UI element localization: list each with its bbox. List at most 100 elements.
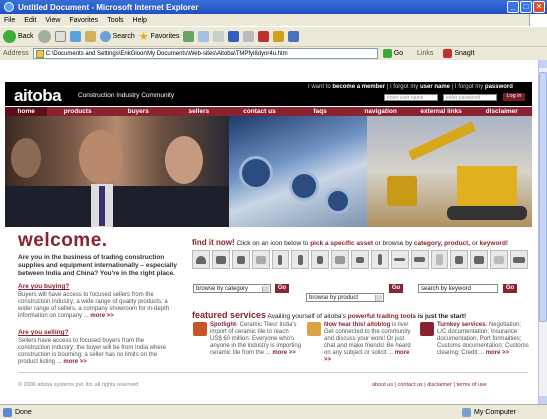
forward-icon[interactable] [37, 30, 51, 43]
back-button[interactable]: Back [3, 30, 34, 43]
nav-navigation[interactable]: navigation [350, 107, 411, 116]
menu-edit[interactable]: Edit [24, 17, 36, 24]
category-select[interactable]: browse by category [193, 284, 271, 293]
vertical-scrollbar[interactable] [538, 60, 547, 404]
username-input[interactable]: enter user name [384, 94, 438, 101]
service-more-link[interactable]: more >> [486, 350, 509, 356]
forgot-password-link[interactable]: password [485, 84, 513, 90]
favorites-button[interactable]: ★ Favorites [139, 30, 180, 43]
hammer-icon[interactable] [271, 250, 290, 269]
helmet-icon[interactable] [192, 250, 210, 269]
buying-heading[interactable]: Are you buying? [18, 283, 178, 290]
address-bar: Address C:\Documents and Settings\ErikGl… [0, 46, 547, 60]
search-button[interactable]: Search [99, 31, 135, 42]
footer-terms-link[interactable]: terms of use [456, 382, 486, 388]
service-title[interactable]: Turnkey services [437, 322, 486, 328]
browse-link[interactable]: category, product, [414, 240, 470, 247]
go-button[interactable]: Go [382, 49, 403, 58]
menu-file[interactable]: File [4, 17, 15, 24]
discuss-icon[interactable] [243, 31, 255, 42]
service-title[interactable]: Spotlight [210, 322, 236, 328]
become-member-link[interactable]: become a member [332, 84, 385, 90]
snagit-button[interactable]: SnagIt [443, 49, 475, 58]
footer-about-link[interactable]: about us [372, 382, 393, 388]
keyword-go-button[interactable]: Go [503, 284, 517, 293]
tool-icon[interactable] [288, 31, 300, 42]
back-arrow-icon [3, 30, 16, 43]
nav-home[interactable]: home [5, 107, 48, 116]
menu-favorites[interactable]: Favorites [69, 17, 98, 24]
pipes-icon[interactable] [410, 250, 429, 269]
nav-external-links[interactable]: external links [411, 107, 472, 116]
scroll-down-arrow-icon[interactable] [539, 396, 547, 404]
home-icon[interactable] [84, 31, 96, 42]
title-bar: Untitled Document - Microsoft Internet E… [0, 0, 547, 14]
hook-icon[interactable] [311, 250, 330, 269]
mail-icon[interactable] [198, 31, 210, 42]
zone-indicator: My Computer [462, 407, 516, 417]
valve-icon[interactable] [470, 250, 489, 269]
buying-more-link[interactable]: more >> [90, 313, 113, 319]
nav-products[interactable]: products [47, 107, 108, 116]
faucet-icon[interactable] [450, 250, 469, 269]
bricks-icon[interactable] [331, 250, 349, 269]
status-bar: Done My Computer [0, 404, 547, 419]
service-spotlight: Spotlight- Ceramic Tiles! India's import… [193, 322, 303, 357]
refresh-icon[interactable] [69, 31, 81, 42]
tile-icon[interactable] [251, 250, 270, 269]
print-icon[interactable] [213, 31, 225, 42]
copyright: © 2006 aitoba systems pvt. ltd. all righ… [18, 382, 139, 388]
footer-contact-link[interactable]: contact us [398, 382, 423, 388]
minimize-button[interactable]: _ [507, 1, 519, 13]
nozzle-icon[interactable] [351, 250, 369, 269]
menu-tools[interactable]: Tools [107, 17, 123, 24]
site-tagline: Construction Industry Community [78, 92, 175, 99]
address-input[interactable]: C:\Documents and Settings\ErikGloor\My D… [32, 48, 378, 59]
nav-sellers[interactable]: sellers [169, 107, 230, 116]
forgot-username-link[interactable]: user name [420, 84, 450, 90]
truck-icon[interactable] [211, 250, 230, 269]
password-input[interactable]: enter password [443, 94, 497, 101]
history-icon[interactable] [183, 31, 195, 42]
menu-help[interactable]: Help [133, 17, 147, 24]
businessmen-photo [5, 116, 229, 227]
menu-view[interactable]: View [45, 17, 60, 24]
door-icon[interactable] [430, 250, 449, 269]
scroll-up-arrow-icon[interactable] [539, 60, 547, 68]
keyword-input[interactable]: search by keyword [418, 284, 498, 293]
research-icon[interactable] [258, 31, 270, 42]
keyword-link[interactable]: keyword! [480, 240, 509, 247]
pliers-icon[interactable] [291, 250, 310, 269]
asset-icon-row [192, 250, 528, 270]
messenger-icon[interactable] [273, 31, 285, 42]
nav-disclaimer[interactable]: disclaimer [471, 107, 532, 116]
drill-icon[interactable] [231, 250, 250, 269]
footer-disclaimer-link[interactable]: disclaimer [427, 382, 452, 388]
status-text: Done [15, 408, 32, 416]
links-label[interactable]: Links [417, 50, 433, 57]
word-icon[interactable] [228, 31, 240, 42]
pick-asset-link[interactable]: pick a specific asset [310, 240, 373, 247]
selling-heading[interactable]: Are you selling? [18, 329, 178, 336]
sink-icon[interactable] [490, 250, 508, 269]
trading-tools-link[interactable]: powerful trading tools [348, 313, 416, 320]
bars-icon[interactable] [390, 250, 409, 269]
service-title[interactable]: Now hear this! aitoblog [324, 322, 390, 328]
login-button[interactable]: Log in [503, 93, 525, 101]
close-button[interactable]: ✕ [533, 1, 545, 13]
stop-icon[interactable] [54, 31, 66, 42]
maximize-button[interactable]: □ [520, 1, 532, 13]
site-logo[interactable]: aitoba [14, 86, 62, 106]
product-select[interactable]: browse by product [306, 293, 384, 302]
service-more-link[interactable]: more >> [272, 350, 295, 356]
nav-faqs[interactable]: faqs [290, 107, 351, 116]
shovel-icon[interactable] [370, 250, 389, 269]
scroll-thumb[interactable] [539, 72, 547, 322]
product-go-button[interactable]: Go [389, 284, 403, 293]
nav-contact-us[interactable]: contact us [229, 107, 290, 116]
selling-more-link[interactable]: more >> [63, 359, 86, 365]
page-content: aitoba Construction Industry Community I… [0, 60, 538, 404]
category-go-button[interactable]: Go [275, 284, 289, 293]
nav-buyers[interactable]: buyers [108, 107, 169, 116]
bathtub-icon[interactable] [510, 250, 528, 269]
